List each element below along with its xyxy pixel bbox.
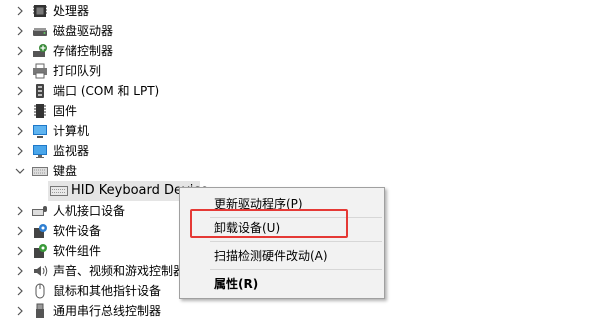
firmware-icon	[34, 104, 46, 118]
computer-icon	[33, 125, 47, 138]
chevron-right-icon[interactable]	[14, 5, 26, 17]
chevron-right-icon[interactable]	[14, 85, 26, 97]
processor-icon	[33, 5, 47, 17]
tree-item-label: 存储控制器	[53, 44, 114, 58]
software-device-icon	[34, 224, 47, 238]
tree-item-label: 声音、视频和游戏控制器	[53, 264, 186, 278]
speaker-icon	[34, 265, 48, 277]
tree-item-label: 磁盘驱动器	[53, 24, 114, 38]
tree-item-label: 监视器	[53, 144, 90, 158]
chevron-right-icon[interactable]	[14, 265, 26, 277]
tree-item-label: 人机接口设备	[53, 204, 126, 218]
chevron-right-icon[interactable]	[14, 145, 26, 157]
keyboard-icon	[32, 167, 48, 176]
software-component-icon	[34, 244, 47, 258]
tree-item-label: 固件	[53, 104, 78, 118]
tree-item-label: 打印队列	[53, 64, 102, 78]
menu-item-uninstall-device[interactable]: 卸载设备(U)	[214, 220, 280, 236]
monitor-icon	[33, 145, 47, 158]
chevron-right-icon[interactable]	[14, 105, 26, 117]
printer-icon	[33, 63, 47, 79]
chevron-right-icon[interactable]	[14, 225, 26, 237]
chevron-right-icon[interactable]	[14, 285, 26, 297]
tree-item-label: 处理器	[53, 4, 90, 18]
menu-item-properties[interactable]: 属性(R)	[214, 276, 258, 292]
context-menu: 更新驱动程序(P) 卸载设备(U) 扫描检测硬件改动(A) 属性(R)	[179, 187, 385, 299]
tree-item-storage-controllers[interactable]: 存储控制器	[0, 41, 600, 61]
chevron-right-icon[interactable]	[14, 125, 26, 137]
menu-item-update-driver[interactable]: 更新驱动程序(P)	[214, 196, 303, 212]
chevron-right-icon[interactable]	[14, 25, 26, 37]
chevron-right-icon[interactable]	[14, 65, 26, 77]
tree-item-disk-drives[interactable]: 磁盘驱动器	[0, 21, 600, 41]
tree-item-label: 软件设备	[53, 224, 102, 238]
chevron-right-icon[interactable]	[14, 245, 26, 257]
tree-item-ports[interactable]: 端口 (COM 和 LPT)	[0, 81, 600, 101]
chevron-right-icon[interactable]	[14, 205, 26, 217]
chevron-right-icon[interactable]	[14, 45, 26, 57]
tree-item-processor[interactable]: 处理器	[0, 1, 600, 21]
usb-icon	[36, 303, 44, 318]
menu-separator	[210, 269, 382, 270]
menu-separator	[210, 217, 382, 218]
tree-item-monitors[interactable]: 监视器	[0, 141, 600, 161]
tree-item-label: 计算机	[53, 124, 90, 138]
mouse-icon	[35, 283, 45, 299]
chevron-down-icon[interactable]	[14, 165, 26, 177]
keyboard-device-icon	[50, 186, 68, 196]
tree-item-label: 鼠标和其他指针设备	[53, 284, 162, 298]
chevron-right-icon[interactable]	[14, 305, 26, 317]
menu-separator	[210, 241, 382, 242]
tree-item-print-queues[interactable]: 打印队列	[0, 61, 600, 81]
tree-item-usb-controllers[interactable]: 通用串行总线控制器	[0, 301, 600, 321]
tree-item-computer[interactable]: 计算机	[0, 121, 600, 141]
port-icon	[36, 84, 44, 98]
disk-drive-icon	[33, 28, 47, 36]
hid-icon	[32, 206, 47, 216]
tree-item-label: 键盘	[53, 164, 78, 178]
tree-item-label: 通用串行总线控制器	[53, 304, 162, 318]
storage-controller-icon	[33, 44, 47, 57]
tree-item-label: 端口 (COM 和 LPT)	[53, 84, 160, 98]
tree-item-keyboards[interactable]: 键盘	[0, 161, 600, 181]
menu-item-scan-hardware[interactable]: 扫描检测硬件改动(A)	[214, 248, 328, 264]
tree-item-firmware[interactable]: 固件	[0, 101, 600, 121]
tree-item-label: 软件组件	[53, 244, 102, 258]
